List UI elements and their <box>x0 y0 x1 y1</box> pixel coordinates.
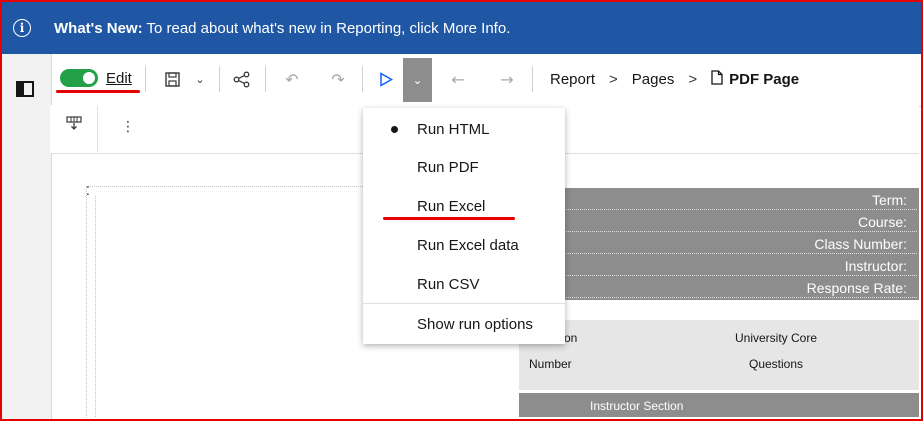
breadcrumb-current: PDF Page <box>729 70 800 88</box>
run-chevron-down-icon[interactable]: ⌄ <box>403 58 432 102</box>
report-table[interactable] <box>519 320 919 390</box>
annotation-underline-edit <box>56 90 140 93</box>
header-response-rate: Response Rate: <box>519 279 917 298</box>
breadcrumb-report[interactable]: Report <box>550 71 595 88</box>
breadcrumb: Report > Pages > PDF Page <box>550 70 799 88</box>
page-icon <box>711 70 723 88</box>
header-course: Course: <box>519 213 917 232</box>
banner-text: To read about what's new in Reporting, c… <box>142 19 511 37</box>
toolbar-divider <box>362 66 363 92</box>
forward-arrow-icon[interactable]: → <box>497 68 517 90</box>
table-cell: Number <box>529 357 572 371</box>
banner-heading: What's New: <box>54 19 143 37</box>
header-class-number: Class Number: <box>519 235 917 254</box>
instructor-section-bar[interactable] <box>519 393 919 417</box>
run-dropdown-menu: Run HTML Run PDF Run Excel Run Excel dat… <box>363 108 565 344</box>
left-rail <box>2 54 52 419</box>
overflow-menu-icon[interactable]: ⋮ <box>121 119 135 135</box>
table-cell: University Core <box>735 331 818 345</box>
menu-item-label: Run PDF <box>417 158 479 176</box>
menu-item-run-pdf[interactable]: Run PDF <box>363 148 565 186</box>
breadcrumb-separator: > <box>688 70 698 88</box>
table-cell: Questions <box>749 357 804 371</box>
toolbar-divider <box>97 106 98 152</box>
menu-item-label: Run CSV <box>417 275 480 293</box>
menu-item-label: Run Excel <box>417 197 486 215</box>
breadcrumb-separator: > <box>609 70 618 88</box>
save-chevron-down-icon[interactable]: ⌄ <box>193 68 207 90</box>
canvas-guide <box>95 196 97 417</box>
redo-icon[interactable]: ↷ <box>328 68 348 90</box>
selected-dot-icon <box>391 125 398 133</box>
edit-toggle[interactable] <box>60 69 98 87</box>
toolbar-divider <box>145 66 146 92</box>
menu-item-label: Run Excel data <box>417 236 519 254</box>
edit-label[interactable]: Edit <box>106 70 132 87</box>
menu-item-show-run-options[interactable]: Show run options <box>363 305 565 343</box>
save-icon[interactable] <box>163 68 181 90</box>
menu-item-run-excel-data[interactable]: Run Excel data <box>363 226 565 264</box>
menu-item-run-csv[interactable]: Run CSV <box>363 265 565 303</box>
toolbar-divider <box>265 66 266 92</box>
drag-handle-icon[interactable]: ⁚ <box>86 184 90 198</box>
menu-divider <box>363 303 565 304</box>
toolbar-divider <box>532 66 533 92</box>
info-icon[interactable]: i <box>13 19 31 37</box>
toolbar-divider <box>219 66 220 92</box>
insert-table-icon[interactable] <box>66 116 82 134</box>
table-cell: on <box>564 331 578 345</box>
share-icon[interactable] <box>230 68 252 90</box>
menu-item-run-html[interactable]: Run HTML <box>363 110 565 148</box>
header-term: Term: <box>519 191 917 210</box>
banner-message: What's New: To read about what's new in … <box>54 20 510 37</box>
header-instructor: Instructor: <box>519 257 917 276</box>
menu-item-label: Show run options <box>417 315 533 333</box>
run-icon[interactable] <box>376 68 396 90</box>
back-arrow-icon[interactable]: ← <box>448 68 468 90</box>
undo-icon[interactable]: ↶ <box>282 68 302 90</box>
menu-item-label: Run HTML <box>417 120 490 138</box>
whats-new-banner: i What's New: To read about what's new i… <box>2 2 921 54</box>
breadcrumb-pages[interactable]: Pages <box>632 71 675 88</box>
panel-toggle-icon[interactable] <box>16 81 34 97</box>
annotation-underline-run-excel <box>383 217 515 220</box>
instructor-section-label: Instructor Section <box>590 399 684 413</box>
